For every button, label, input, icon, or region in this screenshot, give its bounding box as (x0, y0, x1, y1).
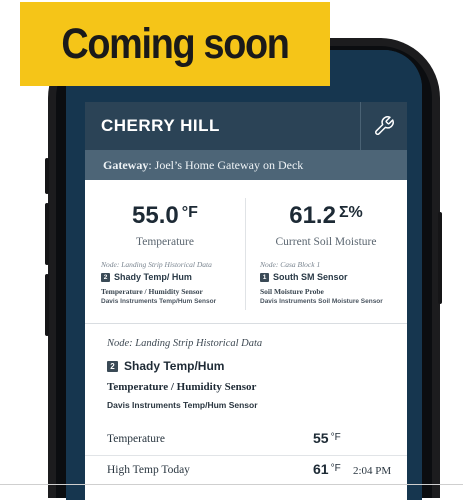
metric-value: 55 °F (313, 430, 341, 446)
detail-sensor-type: Temperature / Humidity Sensor (107, 381, 257, 393)
temperature-number: 55.0 (132, 202, 179, 229)
site-header: CHERRY HILL (85, 102, 407, 150)
metric-name: Temperature (107, 433, 165, 445)
detail-node: Node: Landing Strip Historical Data (107, 338, 263, 349)
gateway-bar[interactable]: Gateway: Joel’s Home Gateway on Deck (85, 150, 407, 180)
temperature-node: Node: Landing Strip Historical Data (101, 260, 212, 269)
metric-number: 55 (313, 430, 329, 446)
temperature-sensor-name: 2 Shady Temp/ Hum (101, 272, 192, 282)
sensor-name-text: Shady Temp/ Hum (114, 272, 192, 282)
metric-value: 61 °F (313, 461, 341, 477)
metric-time: 2:04 PM (353, 465, 392, 477)
sensor-number-badge: 2 (107, 361, 118, 372)
sensor-number-badge: 2 (101, 273, 110, 282)
temperature-reading[interactable]: 55.0 °F Temperature Node: Landing Strip H… (85, 188, 245, 318)
sensor-name-text: South SM Sensor (273, 272, 348, 282)
temperature-sensor-type: Temperature / Humidity Sensor (101, 287, 203, 296)
soil-moisture-unit: Σ% (338, 204, 363, 221)
temperature-value: 55.0 °F (85, 202, 245, 230)
readings-summary: 55.0 °F Temperature Node: Landing Strip H… (85, 188, 407, 318)
phone-power-button (438, 212, 442, 304)
soil-moisture-value: 61.2 Σ% (246, 202, 406, 230)
coming-soon-text: Coming soon (61, 20, 290, 68)
gateway-name: : Joel’s Home Gateway on Deck (148, 158, 304, 172)
metric-unit: °F (330, 432, 341, 443)
soil-moisture-sensor-type: Soil Moisture Probe (260, 287, 324, 296)
metric-row-temperature[interactable]: Temperature 55 °F (85, 425, 407, 455)
metric-unit: °F (330, 463, 341, 474)
phone-volume-down-button (45, 274, 49, 336)
temperature-sensor-model: Davis Instruments Temp/Hum Sensor (101, 298, 217, 305)
soil-moisture-label: Current Soil Moisture (275, 236, 377, 248)
metric-number: 61 (313, 461, 329, 477)
sensor-number-badge: 1 (260, 273, 269, 282)
app-screen: CHERRY HILL Gateway: Joel’s Home Gateway… (66, 50, 422, 500)
temperature-label: Temperature (136, 236, 194, 248)
phone-mute-switch (45, 158, 49, 194)
wrench-icon (375, 116, 394, 135)
metric-row-high-temp[interactable]: High Temp Today 61 °F 2:04 PM (85, 455, 407, 486)
temperature-unit: °F (181, 204, 198, 221)
detail-sensor-model: Davis Instruments Temp/Hum Sensor (107, 400, 258, 410)
coming-soon-banner: Coming soon (20, 2, 330, 86)
soil-moisture-number: 61.2 (289, 202, 336, 229)
phone-volume-up-button (45, 203, 49, 265)
sensor-detail: Node: Landing Strip Historical Data 2 Sha… (85, 324, 407, 500)
soil-moisture-sensor-name: 1 South SM Sensor (260, 272, 348, 282)
settings-button[interactable] (361, 102, 407, 150)
soil-moisture-sensor-model: Davis Instruments Soil Moisture Sensor (260, 298, 383, 305)
metric-name: High Temp Today (107, 464, 190, 476)
detail-sensor-name: 2 Shady Temp/Hum (107, 359, 224, 373)
soil-moisture-node: Node: Casa Block 1 (260, 260, 321, 269)
soil-moisture-reading[interactable]: 61.2 Σ% Current Soil Moisture Node: Casa … (246, 188, 406, 318)
site-name: CHERRY HILL (101, 116, 220, 135)
gateway-label: Gateway (103, 158, 149, 172)
site-card: CHERRY HILL Gateway: Joel’s Home Gateway… (85, 102, 407, 500)
sensor-name-text: Shady Temp/Hum (124, 359, 225, 373)
